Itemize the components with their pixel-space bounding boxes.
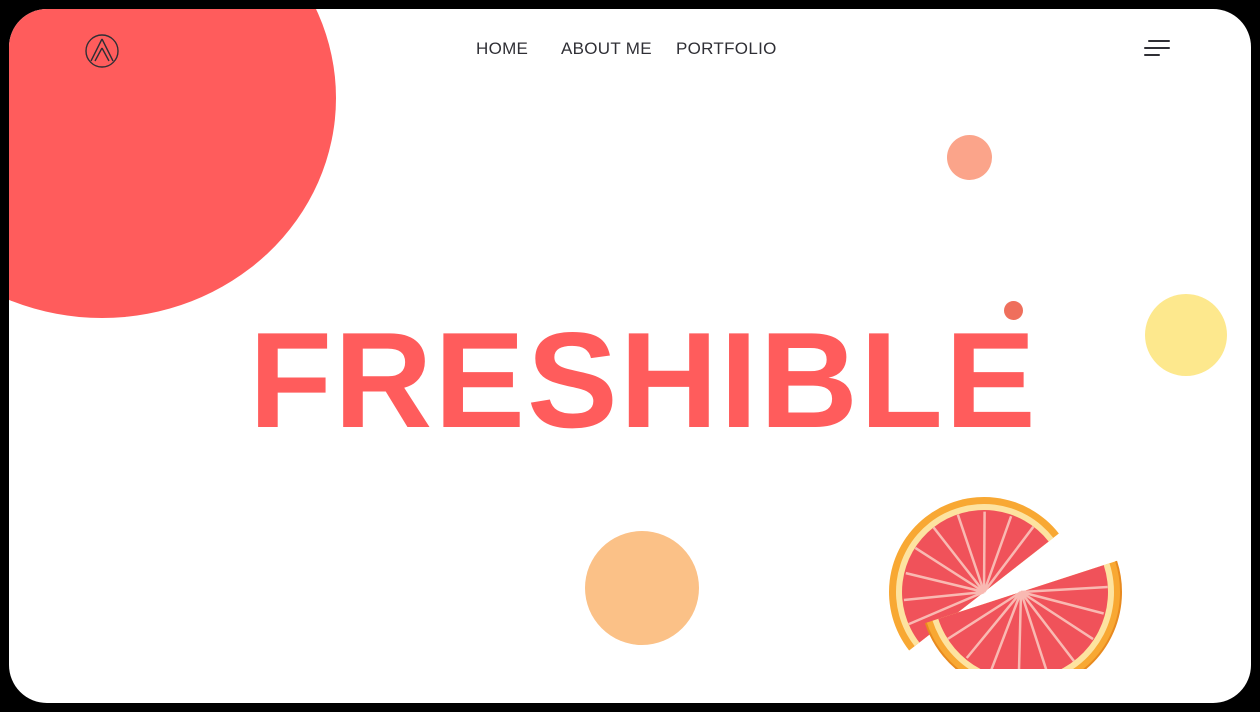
decorative-circle-large — [9, 9, 336, 318]
hamburger-menu-button[interactable] — [1139, 37, 1173, 63]
nav-item-home[interactable]: HOME — [476, 39, 528, 59]
nav-item-about-me[interactable]: ABOUT ME — [561, 39, 652, 59]
landing-page: HOME ABOUT ME PORTFOLIO FRESHIBLE — [9, 9, 1251, 703]
grapefruit-slices-icon — [889, 454, 1129, 693]
logo-icon[interactable] — [84, 33, 120, 69]
decorative-dot-peach — [585, 531, 699, 645]
decorative-dot-yellow — [1145, 294, 1227, 376]
decorative-dot-pink — [947, 135, 992, 180]
hamburger-menu-icon — [1144, 40, 1170, 56]
hero-title: FRESHIBLE — [249, 304, 1038, 456]
nav-item-portfolio[interactable]: PORTFOLIO — [676, 39, 777, 59]
